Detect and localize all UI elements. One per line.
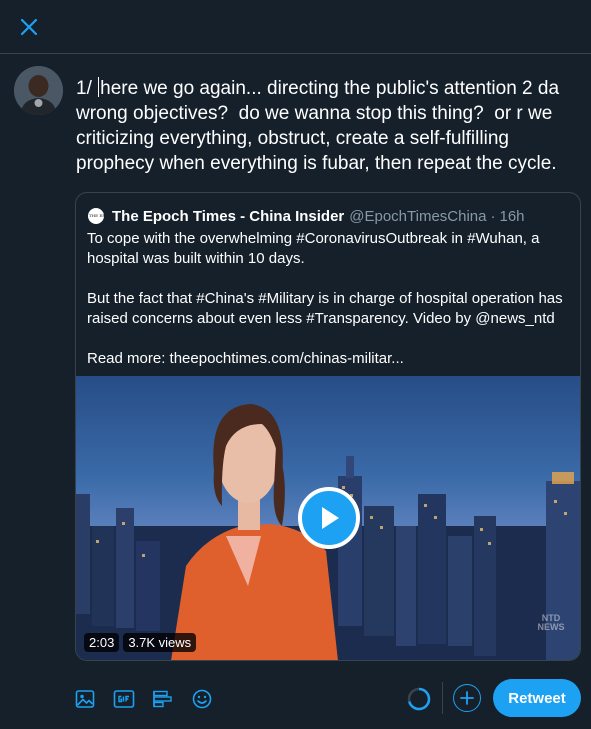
modal-header xyxy=(0,0,591,54)
emoji-icon xyxy=(192,689,212,709)
toolbar-divider xyxy=(442,682,443,714)
quoted-author-avatar: THE EPOCH TIMES xyxy=(88,208,104,224)
play-button[interactable] xyxy=(298,487,360,549)
thread-number: 1/ xyxy=(76,78,92,99)
gif-button[interactable] xyxy=(111,686,137,712)
tweet-compose-input[interactable]: 1/ here we go again... directing the pub… xyxy=(76,76,576,176)
video-watermark: NTD NEWS xyxy=(537,613,565,632)
quoted-author-handle[interactable]: @EpochTimesChina xyxy=(349,208,486,225)
character-count-ring xyxy=(407,687,431,711)
quoted-author-name[interactable]: The Epoch Times - China Insider xyxy=(112,208,344,225)
video-badges: 2:03 3.7K views xyxy=(84,633,197,652)
poll-icon xyxy=(153,690,172,708)
media-button[interactable] xyxy=(72,686,98,712)
text-cursor xyxy=(98,77,100,97)
add-tweet-button[interactable] xyxy=(453,684,481,712)
retweet-modal: 1/ here we go again... directing the pub… xyxy=(0,0,591,729)
video-views: 3.7K views xyxy=(123,633,197,652)
quoted-timestamp[interactable]: 16h xyxy=(500,208,525,225)
meta-separator: · xyxy=(490,207,496,225)
video-duration: 2:03 xyxy=(84,633,120,652)
quoted-paragraph: But the fact that #China's #Military is … xyxy=(87,290,563,327)
quoted-tweet[interactable]: THE EPOCH TIMES The Epoch Times - China … xyxy=(75,192,581,661)
quoted-paragraph: To cope with the overwhelming #Coronavir… xyxy=(87,230,540,267)
video-player[interactable]: NTD NEWS 2:03 3.7K views xyxy=(76,376,580,660)
compose-text: here we go again... directing the public… xyxy=(76,78,565,174)
close-icon xyxy=(20,18,38,36)
quoted-tweet-header: THE EPOCH TIMES The Epoch Times - China … xyxy=(88,207,525,225)
poll-button[interactable] xyxy=(150,686,176,712)
image-icon xyxy=(75,690,95,708)
quoted-paragraph: Read more: theepochtimes.com/chinas-mili… xyxy=(87,350,404,367)
quoted-author-logo-text: THE EPOCH TIMES xyxy=(89,213,104,218)
play-icon xyxy=(322,507,339,529)
emoji-button[interactable] xyxy=(189,686,215,712)
retweet-button[interactable]: Retweet xyxy=(493,679,581,717)
compose-toolbar: Retweet xyxy=(0,670,591,729)
quoted-tweet-body: To cope with the overwhelming #Coronavir… xyxy=(87,229,575,369)
plus-icon xyxy=(460,691,474,705)
gif-icon xyxy=(113,690,135,708)
avatar xyxy=(14,66,63,115)
close-button[interactable] xyxy=(14,12,44,42)
